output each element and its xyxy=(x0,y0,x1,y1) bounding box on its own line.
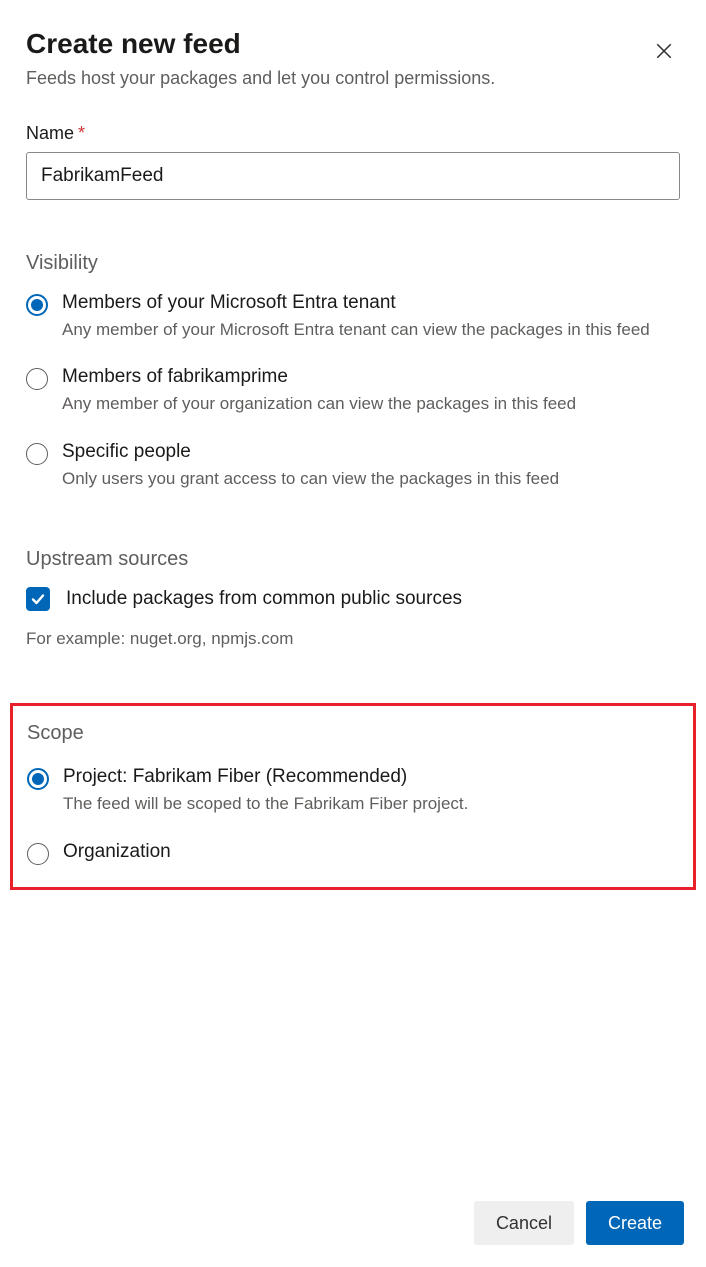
radio-icon xyxy=(26,294,48,316)
visibility-option-org[interactable]: Members of fabrikamprime Any member of y… xyxy=(26,365,680,415)
radio-desc: Any member of your organization can view… xyxy=(62,392,680,416)
dialog-title: Create new feed xyxy=(26,28,241,60)
radio-desc: Any member of your Microsoft Entra tenan… xyxy=(62,318,680,342)
scope-section-label: Scope xyxy=(27,722,679,745)
close-button[interactable] xyxy=(648,36,680,68)
scope-highlight-box: Scope Project: Fabrikam Fiber (Recommend… xyxy=(10,703,696,889)
visibility-option-specific[interactable]: Specific people Only users you grant acc… xyxy=(26,440,680,490)
name-input[interactable] xyxy=(26,152,680,200)
radio-icon xyxy=(27,843,49,865)
scope-option-project[interactable]: Project: Fabrikam Fiber (Recommended) Th… xyxy=(27,765,679,815)
upstream-hint: For example: nuget.org, npmjs.com xyxy=(26,629,680,649)
radio-desc: The feed will be scoped to the Fabrikam … xyxy=(63,792,679,816)
radio-icon xyxy=(26,368,48,390)
checkbox-checked-icon xyxy=(26,587,50,611)
upstream-checkbox[interactable]: Include packages from common public sour… xyxy=(26,587,680,611)
create-button[interactable]: Create xyxy=(586,1201,684,1245)
close-icon xyxy=(655,42,673,63)
name-label: Name* xyxy=(26,123,680,144)
dialog-subtitle: Feeds host your packages and let you con… xyxy=(26,68,680,89)
cancel-button[interactable]: Cancel xyxy=(474,1201,574,1245)
radio-title: Organization xyxy=(63,840,679,865)
radio-desc: Only users you grant access to can view … xyxy=(62,467,680,491)
upstream-section-label: Upstream sources xyxy=(26,548,680,571)
checkbox-label: Include packages from common public sour… xyxy=(66,588,462,610)
radio-icon xyxy=(27,768,49,790)
radio-title: Specific people xyxy=(62,440,680,465)
visibility-option-tenant[interactable]: Members of your Microsoft Entra tenant A… xyxy=(26,291,680,341)
scope-option-organization[interactable]: Organization xyxy=(27,840,679,865)
radio-icon xyxy=(26,443,48,465)
radio-title: Members of fabrikamprime xyxy=(62,365,680,390)
radio-title: Project: Fabrikam Fiber (Recommended) xyxy=(63,765,679,790)
visibility-section-label: Visibility xyxy=(26,252,680,275)
radio-title: Members of your Microsoft Entra tenant xyxy=(62,291,680,316)
